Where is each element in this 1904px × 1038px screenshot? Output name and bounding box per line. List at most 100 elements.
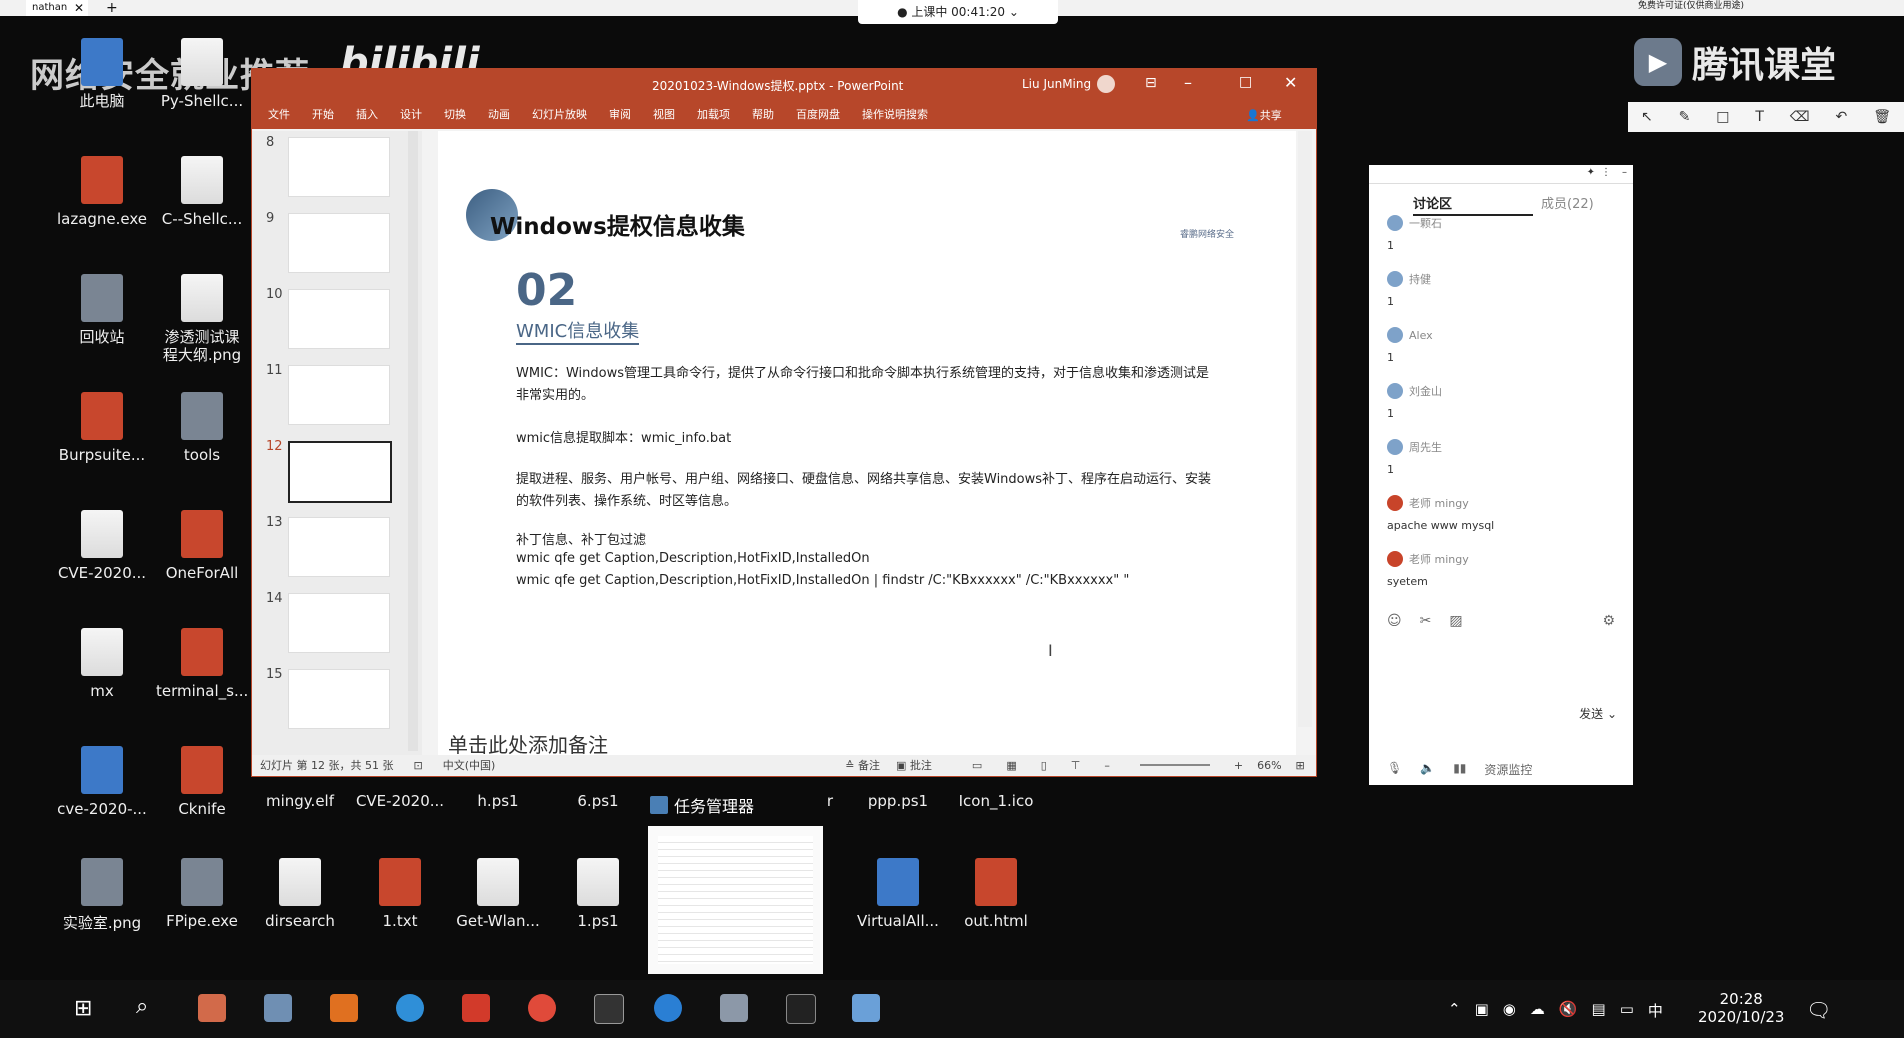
ribbon-tab[interactable]: 加载项 — [697, 106, 730, 122]
clock[interactable]: 20:28 2020/10/23 — [1698, 990, 1784, 1026]
desktop-icon[interactable]: 实验室.png — [56, 858, 148, 933]
desktop-icon[interactable]: VirtualAll... — [852, 858, 944, 930]
share-button[interactable]: 👤共享 — [1246, 107, 1282, 123]
zoom-in-icon[interactable]: + — [1234, 759, 1243, 772]
more-icon[interactable]: ⋮ — [1601, 167, 1611, 178]
tab-members[interactable]: 成员(22) — [1541, 193, 1594, 212]
ribbon-tab[interactable]: 审阅 — [609, 106, 631, 122]
desktop-icon[interactable]: Get-Wlan... — [452, 858, 544, 930]
desktop-icon[interactable]: lazagne.exe — [56, 156, 148, 228]
desktop-icon[interactable]: 此电脑 — [56, 38, 148, 110]
taskbar-folder-icon[interactable] — [198, 994, 226, 1022]
slide-thumbnail[interactable] — [288, 289, 390, 349]
monitor-icon[interactable]: ▭ — [1620, 1000, 1634, 1021]
microphone-icon[interactable]: 🎙 — [1387, 761, 1402, 778]
ribbon-tab[interactable]: 开始 — [312, 106, 334, 122]
taskbar-app-icon[interactable] — [852, 994, 880, 1022]
slide-thumbnail[interactable] — [288, 441, 392, 503]
user-avatar[interactable] — [1097, 75, 1115, 93]
pen-icon[interactable]: ✎ — [1679, 109, 1691, 125]
speaker-icon[interactable]: 🔈 — [1420, 761, 1435, 778]
tab-discussion[interactable]: 讨论区 — [1413, 193, 1533, 216]
slide-thumbnail[interactable] — [288, 213, 390, 273]
taskbar-tool-icon[interactable] — [330, 994, 358, 1022]
eraser-icon[interactable]: ⌫ — [1790, 109, 1810, 125]
ribbon-tab[interactable]: 动画 — [488, 106, 510, 122]
fit-slide-icon[interactable]: ⊞ — [1296, 759, 1305, 772]
taskbar-taskmgr-icon[interactable] — [720, 994, 748, 1022]
language-indicator[interactable]: 中文(中国) — [443, 757, 496, 773]
zoom-level[interactable]: 66% — [1257, 759, 1281, 772]
tray-network-icon[interactable]: ◉ — [1503, 1000, 1516, 1021]
select-icon[interactable]: ↖ — [1641, 109, 1653, 125]
close-icon[interactable]: ✕ — [1284, 73, 1297, 92]
taskbar-chrome-icon[interactable] — [528, 994, 556, 1022]
ribbon-tab[interactable]: 视图 — [653, 106, 675, 122]
desktop-icon[interactable]: CVE-2020... — [56, 510, 148, 582]
class-timer[interactable]: ● 上课中 00:41:20 ⌄ — [858, 0, 1058, 24]
reading-view-icon[interactable]: ▯ — [1041, 759, 1047, 772]
desktop-icon[interactable]: mingy.elf — [254, 792, 346, 810]
taskbar-cmd-icon[interactable] — [594, 994, 624, 1024]
taskbar-vm-icon[interactable] — [264, 994, 292, 1022]
undo-icon[interactable]: ↶ — [1836, 109, 1848, 125]
desktop-icon[interactable]: dirsearch — [254, 858, 346, 930]
task-manager-label[interactable]: 任务管理器 — [650, 793, 754, 817]
maximize-icon[interactable]: □ — [1239, 74, 1252, 90]
ribbon-tab[interactable]: 插入 — [356, 106, 378, 122]
notes-placeholder[interactable]: 单击此处添加备注 — [448, 729, 608, 758]
ribbon-tab[interactable]: 帮助 — [752, 106, 774, 122]
desktop-icon[interactable]: 回收站 — [56, 274, 148, 346]
tray-cloud-icon[interactable]: ☁ — [1530, 1000, 1545, 1021]
slide-sorter-icon[interactable]: ▦ — [1006, 759, 1016, 772]
desktop-icon[interactable]: ppp.ps1 — [852, 792, 944, 810]
new-tab-button[interactable]: + — [106, 0, 118, 16]
thumbnail-scrollbar[interactable] — [408, 131, 418, 751]
taskbar-console-icon[interactable] — [786, 994, 816, 1024]
ribbon-tab[interactable]: 幻灯片放映 — [532, 106, 587, 122]
desktop-icon[interactable]: terminal_s... — [156, 628, 248, 700]
desktop-icon[interactable]: OneForAll — [156, 510, 248, 582]
ribbon-display-icon[interactable]: ⊟ — [1145, 75, 1157, 91]
shape-icon[interactable]: □ — [1716, 109, 1729, 125]
notes-button[interactable]: ≙ 备注 — [845, 757, 880, 773]
slideshow-icon[interactable]: ⊤ — [1071, 759, 1081, 772]
minimize-panel-icon[interactable]: – — [1622, 167, 1627, 178]
ribbon-tab[interactable]: 文件 — [268, 106, 290, 122]
slide-scrollbar[interactable] — [1298, 131, 1312, 727]
slide-thumbnail[interactable] — [288, 517, 390, 577]
close-tab-icon[interactable]: ✕ — [74, 0, 84, 16]
tray-app-icon[interactable]: ▣ — [1475, 1000, 1489, 1021]
desktop-icon[interactable]: h.ps1 — [452, 792, 544, 810]
resource-monitor[interactable]: 资源监控 — [1484, 761, 1532, 778]
slide-thumbnail[interactable] — [288, 365, 390, 425]
search-icon[interactable]: ⌕ — [136, 994, 148, 1019]
desktop-icon[interactable]: 1.txt — [354, 858, 446, 930]
desktop-icon[interactable]: mx — [56, 628, 148, 700]
desktop-icon[interactable]: 渗透测试课 程大纲.png — [156, 274, 248, 364]
desktop-icon[interactable]: C--Shellc... — [156, 156, 248, 228]
ppt-user-name[interactable]: Liu JunMing — [1022, 77, 1091, 91]
notes-pane[interactable]: 单击此处添加备注 — [438, 727, 1296, 758]
ribbon-tab[interactable]: 设计 — [400, 106, 422, 122]
taskbar-terminal-icon[interactable] — [462, 994, 490, 1022]
desktop-icon[interactable]: tools — [156, 392, 248, 464]
desktop-icon[interactable]: 6.ps1 — [552, 792, 644, 810]
text-icon[interactable]: T — [1755, 109, 1764, 125]
desktop-icon[interactable]: Py-Shellc... — [156, 38, 248, 110]
notification-icon[interactable]: 🗨 — [1806, 998, 1831, 1022]
accessibility-icon[interactable]: ⊡ — [413, 759, 422, 772]
volume-mute-icon[interactable]: 🔇 — [1559, 1000, 1578, 1021]
desktop-icon[interactable]: 1.ps1 — [552, 858, 644, 930]
scissors-icon[interactable]: ✂ — [1420, 613, 1432, 629]
desktop-icon[interactable]: Cknife — [156, 746, 248, 818]
zoom-out-icon[interactable]: – — [1104, 759, 1110, 772]
desktop-icon[interactable]: Burpsuite... — [56, 392, 148, 464]
slide-canvas[interactable]: Windows提权信息收集 睿鹏网络安全 02 WMIC信息收集 WMIC：Wi… — [438, 131, 1296, 727]
settings-icon[interactable]: ⚙ — [1602, 613, 1615, 629]
ribbon-tab[interactable]: 操作说明搜索 — [862, 106, 928, 122]
tray-device-icon[interactable]: ▤ — [1592, 1000, 1606, 1021]
ribbon-tab[interactable]: 百度网盘 — [796, 106, 840, 122]
send-button[interactable]: 发送 ⌄ — [1579, 705, 1617, 722]
ime-indicator[interactable]: 中 — [1648, 1000, 1663, 1021]
